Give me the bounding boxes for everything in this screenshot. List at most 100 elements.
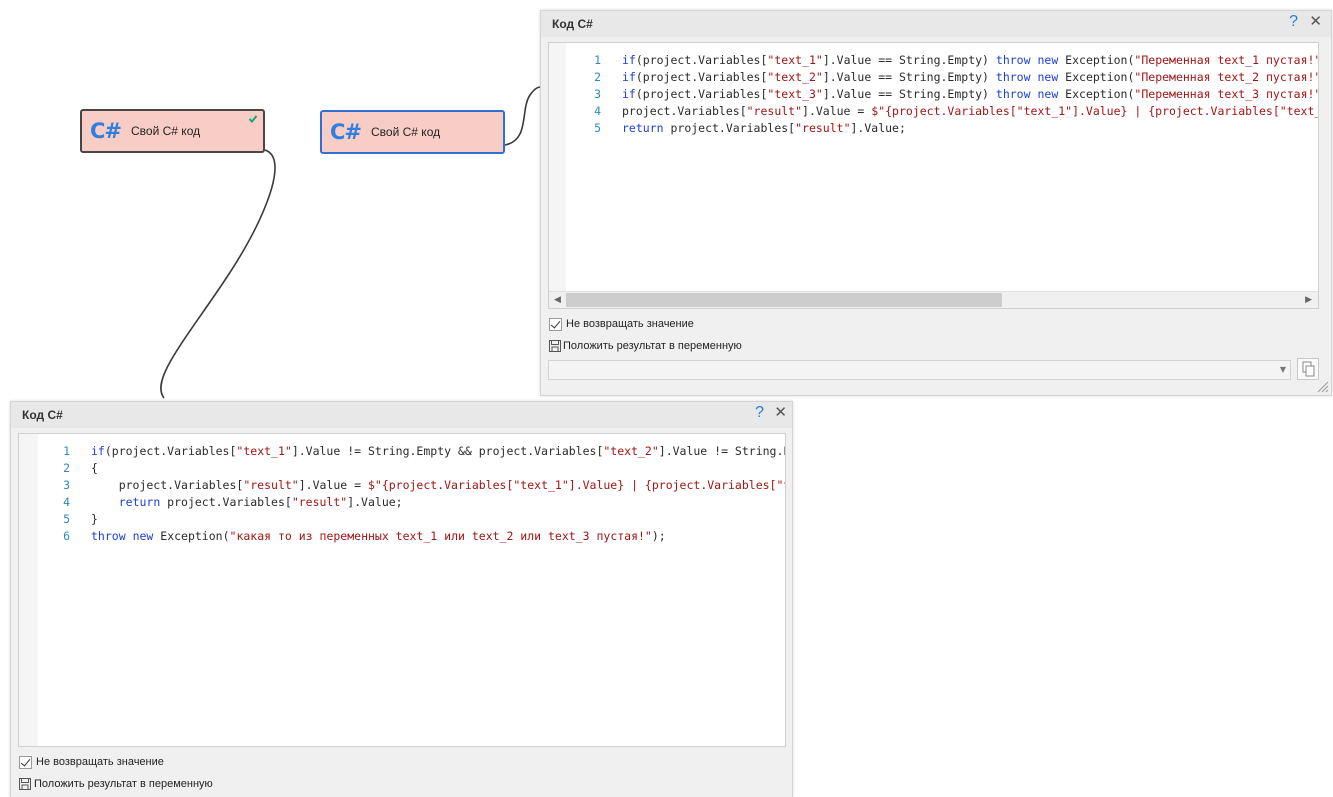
code-string: "text_2"	[1279, 104, 1318, 118]
code-editor[interactable]: 1 if(project.Variables["text_1"].Value !=…	[18, 433, 786, 747]
code-text: project.Variables[	[91, 478, 244, 492]
save-result-label: Положить результат в переменную	[563, 340, 742, 352]
code-string: "text_1"	[767, 53, 823, 67]
code-line[interactable]: 3 if(project.Variables["text_3"].Value ==…	[549, 86, 1318, 103]
code-text: }	[91, 512, 98, 526]
csharp-node-1[interactable]: C# Свой C# код	[80, 109, 265, 153]
code-string: $"{project.Variables[	[871, 104, 1017, 118]
scroll-left-icon[interactable]: ◀	[554, 295, 561, 305]
code-string: "text_1"	[1016, 104, 1073, 118]
code-keyword: throw	[995, 53, 1031, 67]
close-icon[interactable]: ✕	[774, 403, 787, 421]
code-string: "какая то из переменных text_1 или text_…	[229, 529, 652, 543]
help-icon[interactable]: ?	[755, 404, 764, 422]
code-string: $"{project.Variables[	[367, 478, 514, 492]
code-keyword: new	[1037, 87, 1059, 101]
code-string: ].Value} | {project.Variables[	[568, 478, 777, 492]
code-line[interactable]: 5 return project.Variables["result"].Valu…	[549, 120, 1318, 137]
chevron-down-icon[interactable]: ▼	[1280, 365, 1286, 374]
code-text: ].Value == String.Empty)	[822, 70, 996, 84]
code-line[interactable]: 3 project.Variables["result"].Value = $"…	[19, 477, 785, 494]
code-keyword: throw	[995, 87, 1031, 101]
dialog-title: Код C#	[22, 408, 63, 422]
code-text: Exception(	[1058, 87, 1135, 101]
code-line[interactable]: 1 if(project.Variables["text_1"].Value ==…	[549, 52, 1318, 69]
code-line[interactable]: 5}	[19, 511, 785, 528]
code-line[interactable]: 1 if(project.Variables["text_1"].Value !=…	[19, 443, 785, 460]
code-text: (project.Variables[	[635, 87, 768, 101]
csharp-node-2[interactable]: C# Свой C# код	[320, 110, 505, 154]
copy-button[interactable]	[1297, 358, 1319, 380]
line-number: 4	[63, 495, 70, 509]
code-string: "result"	[291, 495, 348, 509]
code-string: ].Value} | {project.Variables[	[1072, 104, 1280, 118]
node-label: Свой C# код	[371, 125, 441, 139]
dialog-title: Код C#	[552, 17, 593, 31]
code-lines: 1 if(project.Variables["text_1"].Value ==…	[549, 52, 1318, 137]
code-keyword: new	[1037, 70, 1059, 84]
variable-select[interactable]: ▼	[548, 360, 1291, 380]
line-number: 6	[63, 529, 70, 543]
no-return-checkbox[interactable]	[19, 756, 32, 769]
code-string: "Переменная text_2 пустая!"	[1134, 70, 1319, 84]
line-number: 4	[594, 104, 601, 118]
line-number: 2	[63, 461, 70, 475]
save-result-label: Положить результат в переменную	[34, 778, 213, 790]
no-return-label: Не возвращать значение	[566, 318, 694, 330]
code-string: "text_1"	[513, 478, 569, 492]
code-line[interactable]: 6 throw new Exception("какая то из переме…	[19, 528, 785, 545]
help-icon[interactable]: ?	[1289, 13, 1298, 31]
horizontal-scrollbar[interactable]: ◀ ▶	[549, 291, 1318, 308]
code-text: ].Value == String.Empty)	[822, 53, 996, 67]
code-keyword: if	[622, 70, 636, 84]
code-string: "text_2"	[776, 478, 785, 492]
code-text: Exception(	[153, 529, 230, 543]
code-string: "Переменная text_1 пустая!"	[1134, 53, 1319, 67]
code-keyword: if	[91, 444, 105, 458]
code-text: ].Value =	[298, 478, 368, 492]
code-line[interactable]: 2{	[19, 460, 785, 477]
code-text: project.Variables[	[622, 104, 747, 118]
no-return-checkbox[interactable]	[549, 318, 562, 331]
save-icon	[19, 778, 31, 790]
node-label: Свой C# код	[131, 124, 201, 138]
code-string: "result"	[243, 478, 299, 492]
scrollbar-thumb[interactable]	[566, 293, 1002, 307]
code-text: ].Value != String.Empty && project.Varia…	[291, 444, 604, 458]
line-number: 3	[594, 87, 601, 101]
scroll-right-icon[interactable]: ▶	[1305, 295, 1312, 305]
csharp-code-dialog-1: Код C# ? ✕ 1 if(project.Variables["text_1…	[540, 10, 1332, 396]
code-keyword: new	[1037, 53, 1059, 67]
close-icon[interactable]: ✕	[1309, 12, 1322, 30]
no-return-label: Не возвращать значение	[36, 756, 164, 768]
code-string: "result"	[746, 104, 803, 118]
code-keyword: throw	[995, 70, 1031, 84]
copy-icon	[1302, 361, 1315, 377]
line-number: 1	[63, 444, 70, 458]
line-number: 3	[63, 478, 70, 492]
connector-line	[160, 149, 276, 399]
code-text: Exception(	[1058, 53, 1135, 67]
code-keyword: if	[622, 53, 636, 67]
code-editor[interactable]: 1 if(project.Variables["text_1"].Value ==…	[548, 42, 1319, 309]
resize-grip-icon[interactable]	[1317, 381, 1329, 393]
code-string: "text_2"	[603, 444, 659, 458]
code-text: {	[91, 461, 98, 475]
code-lines: 1 if(project.Variables["text_1"].Value !=…	[19, 443, 785, 545]
csharp-code-dialog-2: Код C# ? ✕ 1 if(project.Variables["text_1…	[10, 401, 793, 797]
line-number: 5	[63, 512, 70, 526]
code-text: ].Value != String.Empty)	[658, 444, 785, 458]
dialog-titlebar[interactable]: Код C# ? ✕	[11, 402, 792, 428]
code-line[interactable]: 4 project.Variables["result"].Value = $"{…	[549, 103, 1318, 120]
code-string: "text_1"	[236, 444, 292, 458]
code-line[interactable]: 4 return project.Variables["result"].Val…	[19, 494, 785, 511]
csharp-icon: C#	[330, 120, 362, 144]
code-text: project.Variables[	[663, 121, 796, 135]
code-string: "result"	[795, 121, 851, 135]
code-line[interactable]: 2 if(project.Variables["text_2"].Value ==…	[549, 69, 1318, 86]
code-keyword: return	[622, 121, 664, 135]
code-keyword: return	[118, 495, 161, 509]
save-icon	[549, 340, 561, 352]
dialog-titlebar[interactable]: Код C# ? ✕	[541, 11, 1331, 37]
